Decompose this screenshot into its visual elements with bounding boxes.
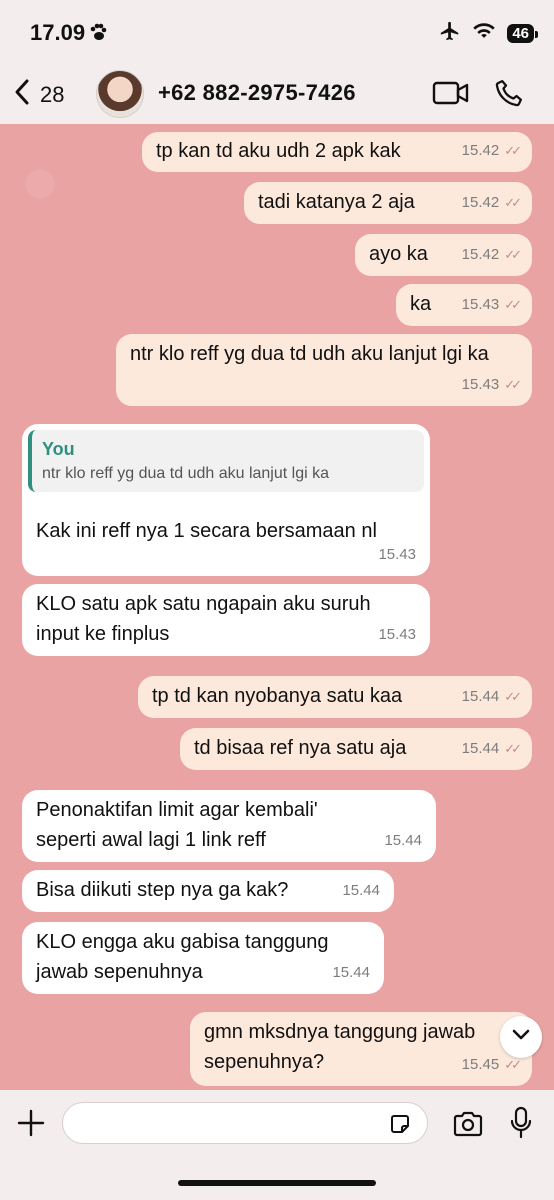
video-camera-icon[interactable] bbox=[432, 80, 470, 111]
message-meta: 15.43 ✓✓ bbox=[462, 290, 522, 320]
chat-area[interactable]: tp kan td aku udh 2 apk kak 15.42 ✓✓ tadi… bbox=[0, 124, 554, 1090]
message-meta: 15.42 ✓✓ bbox=[462, 188, 522, 218]
chevron-down-icon bbox=[512, 1028, 530, 1046]
message-meta: 15.43 bbox=[378, 546, 416, 563]
message-meta: 15.44 bbox=[384, 832, 422, 849]
chat-header: 28 +62 882-2975-7426 bbox=[0, 64, 554, 124]
message-meta: 15.43 ✓✓ bbox=[462, 370, 522, 400]
read-ticks-icon: ✓✓ bbox=[504, 297, 522, 312]
quote-text: ntr klo reff yg dua td udh aku lanjut lg… bbox=[42, 465, 329, 482]
message-outgoing[interactable]: tp kan td aku udh 2 apk kak 15.42 ✓✓ bbox=[142, 132, 532, 172]
message-incoming[interactable]: KLO engga aku gabisa tanggung jawab sepe… bbox=[22, 922, 384, 994]
read-ticks-icon: ✓✓ bbox=[504, 689, 522, 704]
status-bar: 17.09 46 bbox=[0, 0, 554, 64]
contact-name[interactable]: +62 882-2975-7426 bbox=[158, 80, 356, 106]
quoted-message[interactable]: You ntr klo reff yg dua td udh aku lanju… bbox=[28, 430, 424, 492]
message-incoming[interactable]: Bisa diikuti step nya ga kak? 15.44 bbox=[22, 870, 394, 912]
message-outgoing[interactable]: ka 15.43 ✓✓ bbox=[396, 284, 532, 326]
message-meta: 15.44 bbox=[332, 964, 370, 981]
quote-author: You bbox=[42, 439, 75, 459]
battery-indicator: 46 bbox=[507, 24, 538, 43]
read-ticks-icon: ✓✓ bbox=[504, 195, 522, 210]
chevron-left-icon bbox=[14, 78, 30, 111]
phone-icon[interactable] bbox=[494, 78, 524, 113]
unread-count: 28 bbox=[40, 81, 65, 107]
message-meta: 15.43 bbox=[378, 626, 416, 643]
microphone-icon[interactable] bbox=[510, 1106, 532, 1145]
status-icons: 46 bbox=[439, 20, 538, 47]
message-meta: 15.42 ✓✓ bbox=[462, 136, 522, 166]
avatar[interactable] bbox=[96, 70, 144, 118]
message-outgoing[interactable]: td bisaa ref nya satu aja 15.44 ✓✓ bbox=[180, 728, 532, 770]
home-indicator[interactable] bbox=[178, 1180, 376, 1186]
message-meta: 15.42 ✓✓ bbox=[462, 240, 522, 270]
read-ticks-icon: ✓✓ bbox=[504, 741, 522, 756]
message-input[interactable] bbox=[62, 1102, 428, 1144]
back-button[interactable]: 28 bbox=[14, 78, 64, 111]
sticker-icon[interactable] bbox=[388, 1112, 412, 1141]
read-ticks-icon: ✓✓ bbox=[504, 377, 522, 392]
message-outgoing[interactable]: tp td kan nyobanya satu kaa 15.44 ✓✓ bbox=[138, 676, 532, 718]
read-ticks-icon: ✓✓ bbox=[504, 143, 522, 158]
message-outgoing[interactable]: gmn mksdnya tanggung jawab sepenuhnya? 1… bbox=[190, 1012, 532, 1086]
message-meta: 15.44 ✓✓ bbox=[462, 734, 522, 764]
message-outgoing[interactable]: ntr klo reff yg dua td udh aku lanjut lg… bbox=[116, 334, 532, 406]
message-outgoing[interactable]: ayo ka 15.42 ✓✓ bbox=[355, 234, 532, 276]
wifi-icon bbox=[473, 22, 496, 45]
airplane-icon bbox=[439, 20, 461, 47]
paw-icon bbox=[88, 22, 108, 47]
message-outgoing[interactable]: tadi katanya 2 aja 15.42 ✓✓ bbox=[244, 182, 532, 224]
plus-icon[interactable] bbox=[16, 1108, 46, 1143]
message-meta: 15.44 ✓✓ bbox=[462, 682, 522, 712]
scroll-to-bottom-button[interactable] bbox=[500, 1016, 542, 1058]
message-meta: 15.44 bbox=[342, 882, 380, 899]
message-incoming[interactable]: KLO satu apk satu ngapain aku suruh inpu… bbox=[22, 584, 430, 656]
message-incoming-reply[interactable]: You ntr klo reff yg dua td udh aku lanju… bbox=[22, 424, 430, 576]
message-incoming[interactable]: Penonaktifan limit agar kembali' seperti… bbox=[22, 790, 436, 862]
camera-icon[interactable] bbox=[452, 1110, 484, 1143]
status-time: 17.09 bbox=[30, 20, 86, 45]
read-ticks-icon: ✓✓ bbox=[504, 247, 522, 262]
